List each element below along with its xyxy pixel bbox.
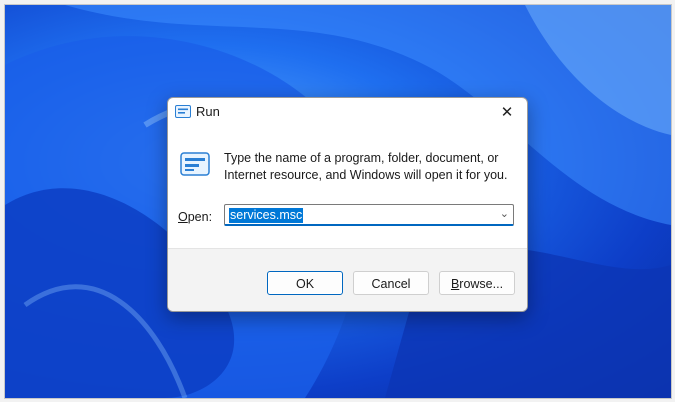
- run-dialog: Run ✕ Type the name of a program, folder…: [167, 97, 528, 312]
- open-label-text: pen:: [187, 210, 213, 224]
- chevron-down-icon[interactable]: ⌄: [500, 207, 509, 220]
- desktop-frame: Run ✕ Type the name of a program, folder…: [4, 4, 672, 399]
- browse-label: rowse...: [459, 277, 504, 291]
- close-button[interactable]: ✕: [487, 98, 527, 126]
- browse-button[interactable]: Browse...: [439, 271, 515, 295]
- run-app-large-icon: [180, 152, 210, 176]
- description-text: Type the name of a program, folder, docu…: [224, 151, 508, 182]
- open-combobox[interactable]: services.msc ⌄: [224, 204, 514, 226]
- title-bar[interactable]: Run ✕: [168, 98, 527, 126]
- close-icon: ✕: [500, 104, 514, 121]
- dialog-title: Run: [196, 104, 220, 119]
- dialog-footer: OK Cancel Browse...: [168, 248, 527, 311]
- open-input-value[interactable]: services.msc: [229, 208, 304, 223]
- open-label: Open:: [178, 210, 212, 224]
- ok-button[interactable]: OK: [267, 271, 343, 295]
- cancel-button[interactable]: Cancel: [353, 271, 429, 295]
- run-app-icon: [175, 105, 191, 118]
- open-label-access-key: O: [178, 210, 188, 224]
